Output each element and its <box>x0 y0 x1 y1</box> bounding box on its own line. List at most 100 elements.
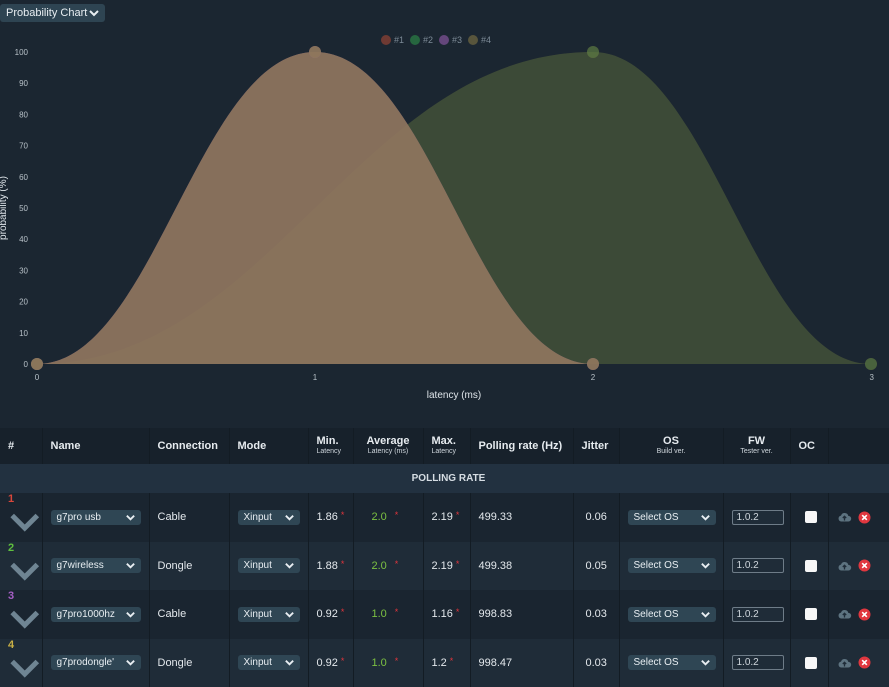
oc-checkbox[interactable] <box>805 657 817 669</box>
col-header-oc: OC <box>790 428 828 464</box>
mode-select[interactable]: Xinput <box>238 558 300 573</box>
remove-icon[interactable] <box>858 608 871 621</box>
mode-select[interactable]: Xinput <box>238 655 300 670</box>
oc-checkbox[interactable] <box>805 608 817 620</box>
legend-label-4[interactable]: #4 <box>481 35 491 45</box>
mode-value: Xinput <box>244 657 272 668</box>
chevron-down-icon <box>284 609 295 620</box>
chart-legend: #1 #2 #3 #4 <box>381 35 491 45</box>
legend-marker-3[interactable] <box>439 35 449 45</box>
legend-marker-4[interactable] <box>468 35 478 45</box>
chevron-down-icon <box>700 609 711 620</box>
chevron-down-icon <box>88 7 100 19</box>
x-tick-label: 1 <box>313 373 318 382</box>
device-name: g7pro1000hz <box>57 609 115 620</box>
legend-label-1[interactable]: #1 <box>394 35 404 45</box>
chevron-down-icon <box>700 560 711 571</box>
legend-label-3[interactable]: #3 <box>452 35 462 45</box>
jitter: 0.03 <box>573 590 619 639</box>
jitter: 0.05 <box>573 542 619 591</box>
asterisk-icon: * <box>456 510 460 520</box>
connection-cell: Cable <box>149 590 229 639</box>
device-name-select[interactable]: g7prodongle' <box>51 655 141 670</box>
chart-type-dropdown[interactable]: Probability Chart <box>0 4 105 22</box>
jitter: 0.03 <box>573 639 619 687</box>
table-row: 3 g7pro1000hz Cable Xinput 0.92* 1.0* 1.… <box>0 590 889 639</box>
asterisk-icon: * <box>341 559 345 569</box>
mode-select[interactable]: Xinput <box>238 510 300 525</box>
os-value: Select OS <box>634 512 679 523</box>
y-tick-label: 20 <box>19 298 28 307</box>
cloud-upload-icon[interactable] <box>837 657 852 669</box>
expand-chevron-icon[interactable] <box>8 602 42 636</box>
fw-version-input[interactable]: 1.0.2 <box>732 655 784 670</box>
device-name: g7pro usb <box>57 512 101 523</box>
asterisk-icon: * <box>341 656 345 666</box>
x-tick-label: 2 <box>591 373 596 382</box>
point-series-2-2[interactable] <box>865 358 877 370</box>
y-tick-label: 10 <box>19 329 28 338</box>
row-index: 4 <box>8 639 14 651</box>
os-select[interactable]: Select OS <box>628 655 716 670</box>
polling-rate: 499.38 <box>470 542 573 591</box>
row-index: 1 <box>8 493 14 505</box>
expand-chevron-icon[interactable] <box>8 554 42 588</box>
device-name: g7wireless <box>57 560 104 571</box>
fw-version-input[interactable]: 1.0.2 <box>732 510 784 525</box>
chevron-down-icon <box>125 512 136 523</box>
remove-icon[interactable] <box>858 656 871 669</box>
chevron-down-icon <box>125 657 136 668</box>
point-series-4-2[interactable] <box>587 358 599 370</box>
y-tick-label: 60 <box>19 173 28 182</box>
os-value: Select OS <box>634 657 679 668</box>
oc-checkbox[interactable] <box>805 511 817 523</box>
col-header-avg-latency: AverageLatency (ms) <box>353 428 423 464</box>
col-header-actions <box>828 428 889 464</box>
asterisk-icon: * <box>456 607 460 617</box>
os-select[interactable]: Select OS <box>628 510 716 525</box>
chevron-down-icon <box>284 512 295 523</box>
fw-version-input[interactable]: 1.0.2 <box>732 607 784 622</box>
connection-cell: Dongle <box>149 639 229 687</box>
cloud-upload-icon[interactable] <box>837 560 852 572</box>
avg-latency: 2.0 <box>372 560 387 572</box>
polling-rate: 998.83 <box>470 590 573 639</box>
remove-icon[interactable] <box>858 559 871 572</box>
max-latency: 2.19 <box>432 560 453 572</box>
asterisk-icon: * <box>395 510 399 520</box>
mode-select[interactable]: Xinput <box>238 607 300 622</box>
y-tick-label: 50 <box>19 204 28 213</box>
connection-cell: Cable <box>149 493 229 542</box>
os-select[interactable]: Select OS <box>628 607 716 622</box>
point-series-4-0[interactable] <box>31 358 43 370</box>
chevron-down-icon <box>284 657 295 668</box>
expand-chevron-icon[interactable] <box>8 505 42 539</box>
device-name-select[interactable]: g7pro usb <box>51 510 141 525</box>
oc-checkbox[interactable] <box>805 560 817 572</box>
legend-marker-2[interactable] <box>410 35 420 45</box>
device-name-select[interactable]: g7wireless <box>51 558 141 573</box>
point-series-4-1[interactable] <box>309 46 321 58</box>
point-series-2-1[interactable] <box>587 46 599 58</box>
remove-icon[interactable] <box>858 511 871 524</box>
table-row: 4 g7prodongle' Dongle Xinput 0.92* 1.0* … <box>0 639 889 687</box>
max-latency: 2.19 <box>432 511 453 523</box>
y-axis-ticks: 0102030405060708090100 <box>15 48 29 369</box>
expand-chevron-icon[interactable] <box>8 651 42 685</box>
device-name-select[interactable]: g7pro1000hz <box>51 607 141 622</box>
row-index: 2 <box>8 542 14 554</box>
y-tick-label: 80 <box>19 110 28 119</box>
connection-cell: Dongle <box>149 542 229 591</box>
legend-label-2[interactable]: #2 <box>423 35 433 45</box>
col-header-os: OSBuild ver. <box>619 428 723 464</box>
col-header-jitter: Jitter <box>573 428 619 464</box>
chevron-down-icon <box>700 657 711 668</box>
table-row: 2 g7wireless Dongle Xinput 1.88* 2.0* 2.… <box>0 542 889 591</box>
fw-version-input[interactable]: 1.0.2 <box>732 558 784 573</box>
legend-marker-1[interactable] <box>381 35 391 45</box>
avg-latency: 1.0 <box>372 608 387 620</box>
cloud-upload-icon[interactable] <box>837 511 852 523</box>
chevron-down-icon <box>125 609 136 620</box>
cloud-upload-icon[interactable] <box>837 608 852 620</box>
os-select[interactable]: Select OS <box>628 558 716 573</box>
